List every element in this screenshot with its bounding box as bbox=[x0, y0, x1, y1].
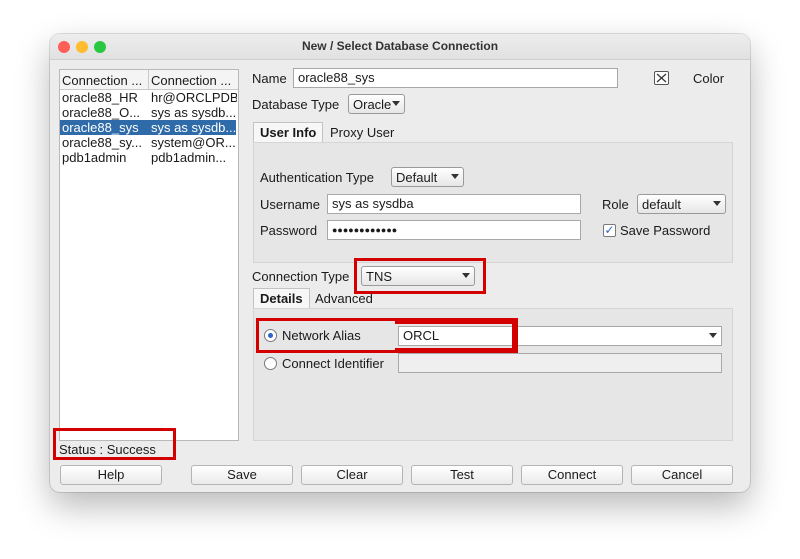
tab-advanced[interactable]: Advanced bbox=[309, 289, 379, 309]
name-label: Name bbox=[252, 71, 287, 86]
chevron-down-icon bbox=[451, 174, 459, 179]
role-label: Role bbox=[602, 197, 629, 212]
connect-identifier-radio[interactable] bbox=[264, 357, 277, 370]
connections-list[interactable]: Connection ... Connection ... oracle88_H… bbox=[59, 69, 239, 441]
window-title: New / Select Database Connection bbox=[301, 39, 499, 53]
password-field[interactable]: ●●●●●●●●●●●● bbox=[327, 220, 581, 240]
test-button[interactable]: Test bbox=[411, 465, 513, 485]
tab-details[interactable]: Details bbox=[253, 288, 310, 308]
status-highlight-box bbox=[53, 428, 176, 460]
title-bar: New / Select Database Connection bbox=[50, 34, 750, 60]
connection-name: oracle88_O... bbox=[62, 105, 141, 120]
username-field[interactable]: sys as sysdba bbox=[327, 194, 581, 214]
color-picker-icon[interactable] bbox=[654, 71, 669, 85]
tab-user-info[interactable]: User Info bbox=[253, 122, 324, 142]
chevron-down-icon bbox=[709, 333, 717, 338]
chevron-down-icon bbox=[392, 101, 400, 106]
connection-details: system@OR... bbox=[151, 135, 236, 150]
connection-row[interactable]: pdb1admin pdb1admin... bbox=[60, 150, 236, 165]
database-type-select[interactable]: Oracle bbox=[348, 94, 405, 114]
connection-name: oracle88_sys bbox=[62, 120, 139, 135]
role-value: default bbox=[642, 197, 682, 212]
column-divider[interactable] bbox=[148, 70, 149, 90]
connect-button[interactable]: Connect bbox=[521, 465, 623, 485]
color-label: Color bbox=[693, 71, 725, 86]
connection-name: oracle88_sy... bbox=[62, 135, 142, 150]
connect-identifier-label: Connect Identifier bbox=[282, 356, 384, 371]
save-password-label: Save Password bbox=[620, 223, 711, 238]
connections-list-header: Connection ... Connection ... bbox=[60, 70, 238, 90]
connection-details: pdb1admin... bbox=[151, 150, 227, 165]
dialog-window: New / Select Database Connection Connect… bbox=[50, 34, 750, 492]
clear-button[interactable]: Clear bbox=[301, 465, 403, 485]
save-password-checkbox[interactable]: ✓ bbox=[603, 224, 616, 237]
network-alias-value-highlight-box bbox=[395, 321, 515, 351]
authentication-type-label: Authentication Type bbox=[260, 170, 374, 185]
connection-row[interactable]: oracle88_O... sys as sysdb... bbox=[60, 105, 236, 120]
database-type-value: Oracle bbox=[353, 97, 392, 112]
user-info-panel: Authentication Type Default Username sys… bbox=[253, 142, 733, 263]
connection-details: sys as sysdb... bbox=[151, 120, 237, 135]
connection-name: pdb1admin bbox=[62, 150, 127, 165]
help-button[interactable]: Help bbox=[60, 465, 162, 485]
tab-proxy-user[interactable]: Proxy User bbox=[324, 123, 400, 143]
column-header-connection-details[interactable]: Connection ... bbox=[151, 73, 237, 88]
connection-row-selected[interactable]: oracle88_sys sys as sysdb... bbox=[60, 120, 236, 135]
connection-row[interactable]: oracle88_HR hr@ORCLPDB bbox=[60, 90, 237, 105]
database-type-label: Database Type bbox=[252, 97, 340, 112]
password-label: Password bbox=[260, 223, 318, 238]
connection-name: oracle88_HR bbox=[62, 90, 138, 105]
save-button[interactable]: Save bbox=[191, 465, 293, 485]
connection-details: hr@ORCLPDB bbox=[151, 90, 237, 105]
chevron-down-icon bbox=[713, 201, 721, 206]
cancel-button[interactable]: Cancel bbox=[631, 465, 733, 485]
connection-row[interactable]: oracle88_sy... system@OR... bbox=[60, 135, 236, 150]
connect-identifier-field[interactable] bbox=[398, 353, 722, 373]
connection-details: sys as sysdb... bbox=[151, 105, 237, 120]
column-header-connection-name[interactable]: Connection ... bbox=[62, 73, 148, 88]
connection-type-label: Connection Type bbox=[252, 269, 350, 284]
role-select[interactable]: default bbox=[637, 194, 726, 214]
authentication-type-value: Default bbox=[396, 170, 438, 185]
authentication-type-select[interactable]: Default bbox=[391, 167, 464, 187]
connection-name-field[interactable]: oracle88_sys bbox=[293, 68, 618, 88]
username-label: Username bbox=[260, 197, 320, 212]
